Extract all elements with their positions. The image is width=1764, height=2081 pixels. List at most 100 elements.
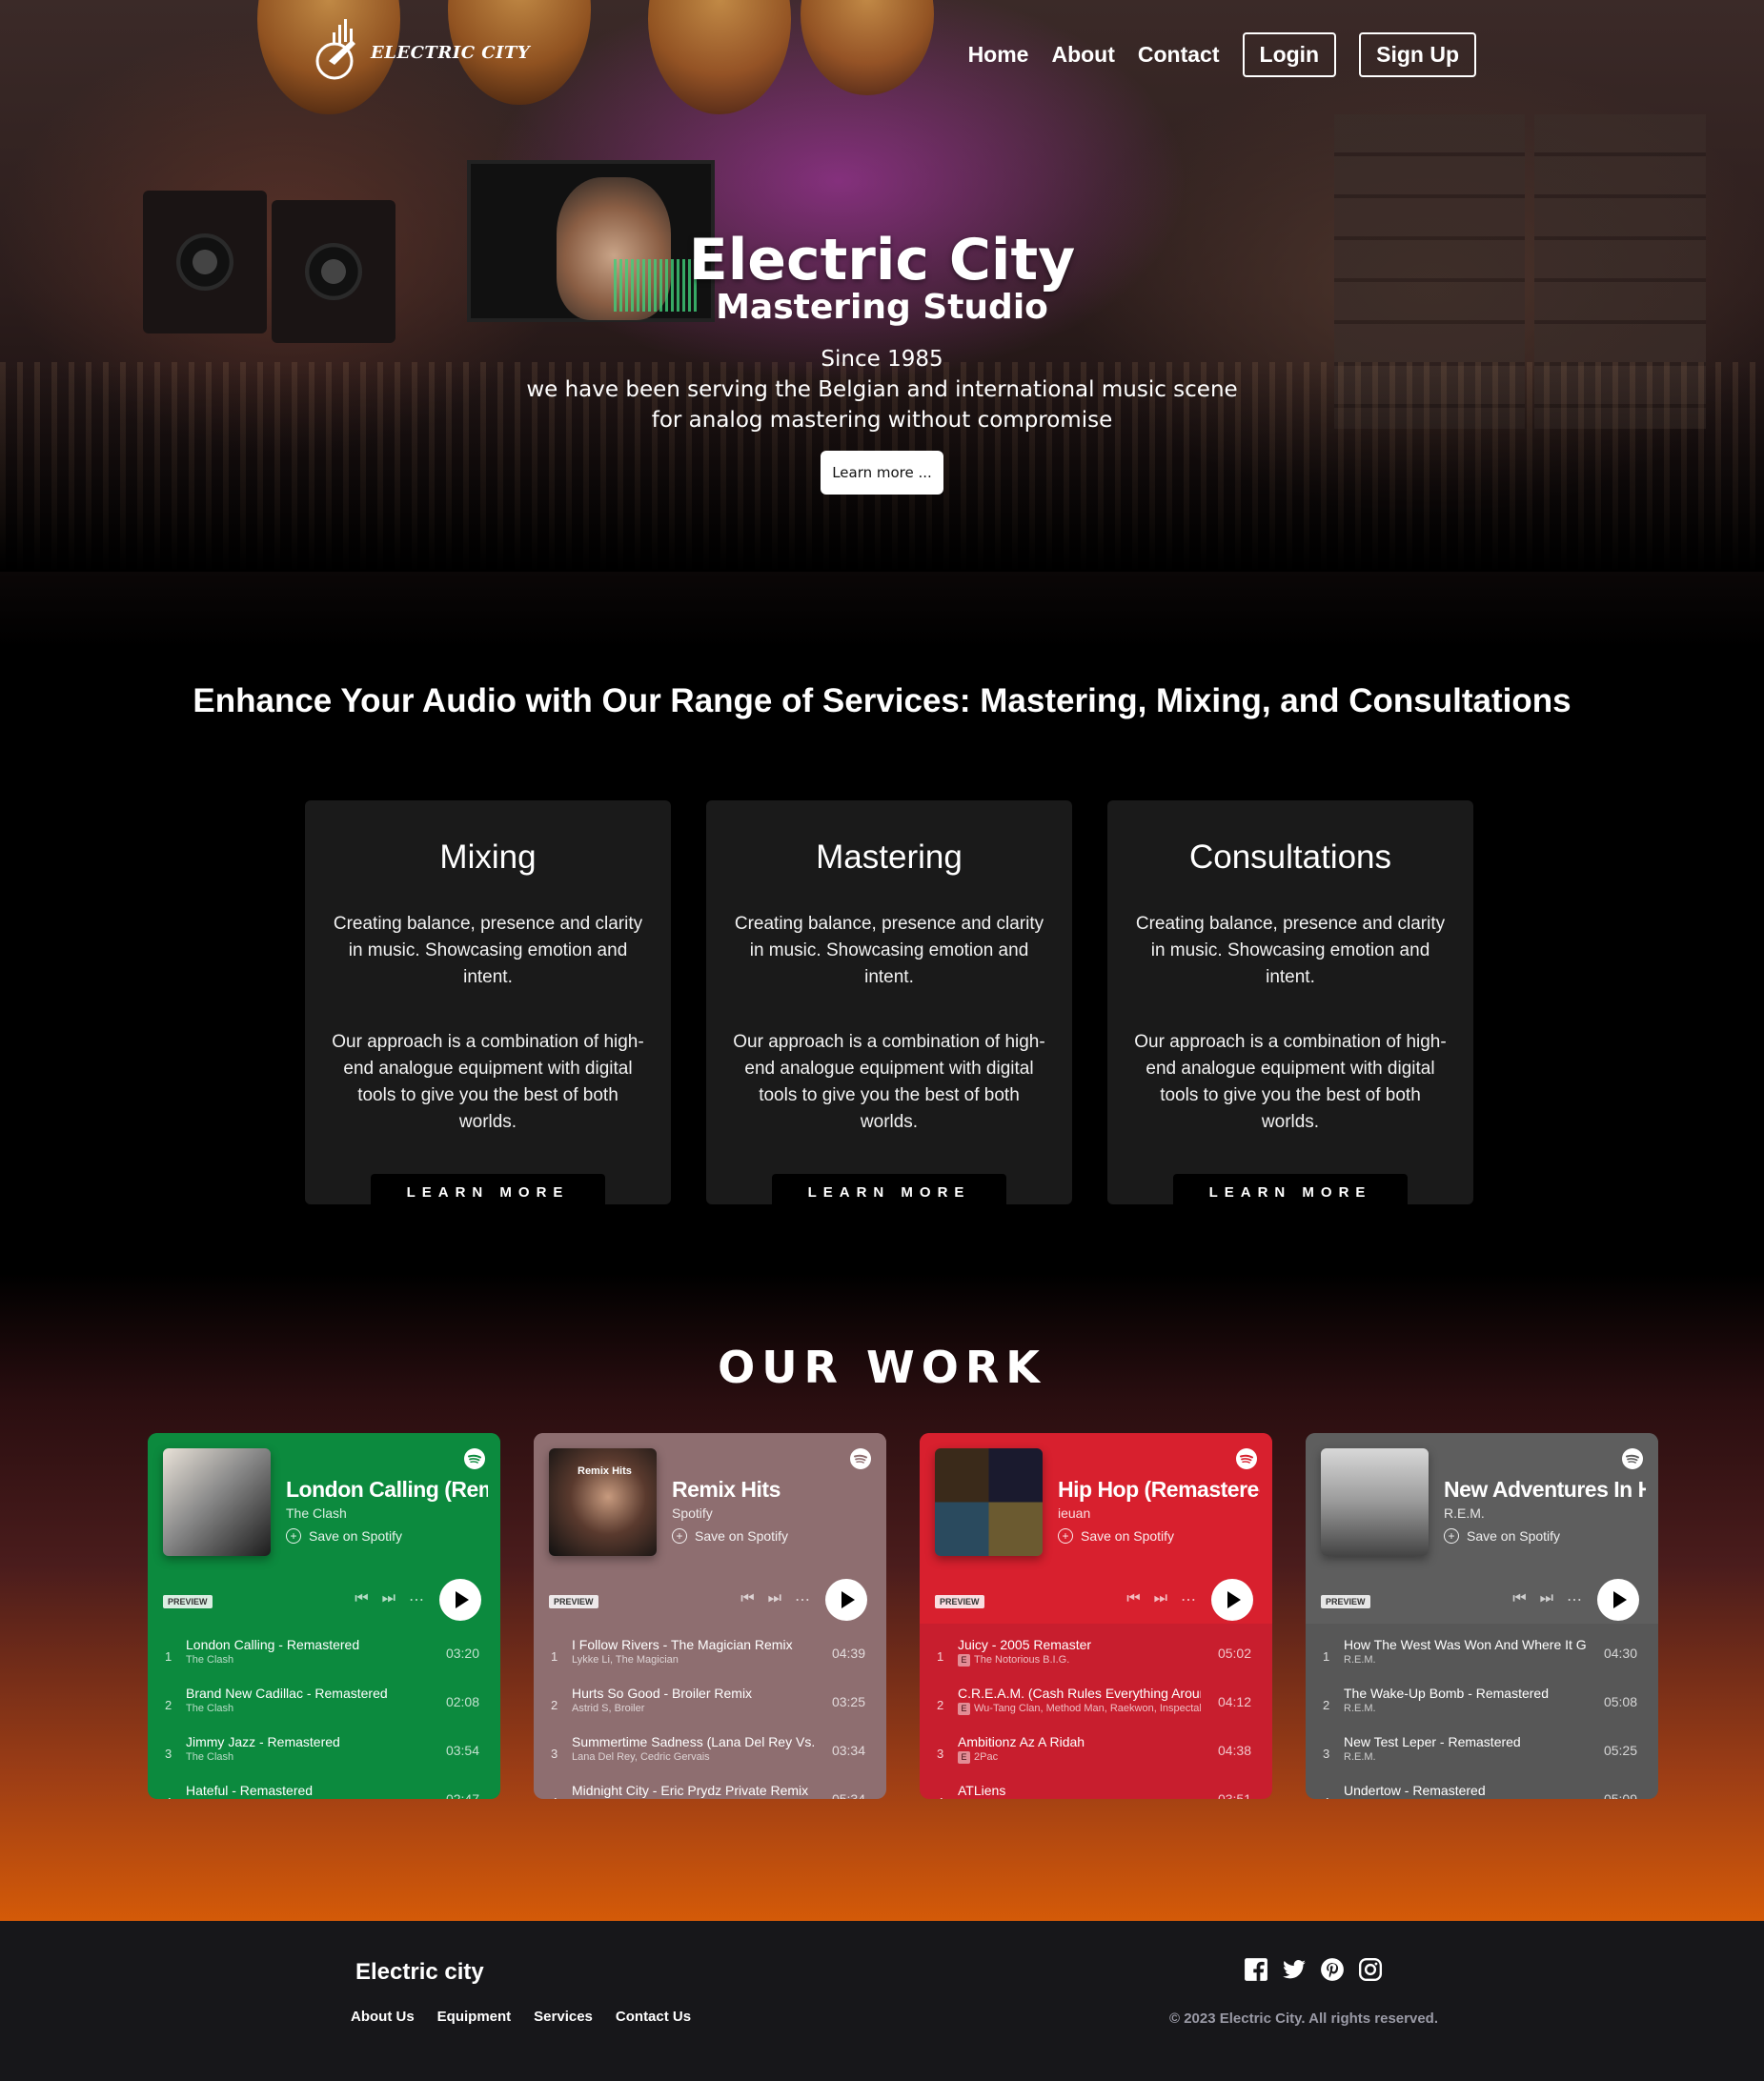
london-calling-cover[interactable] (163, 1448, 271, 1556)
nav-about-link[interactable]: About (1051, 42, 1114, 68)
track-artist: R.E.M. (1344, 1751, 1376, 1763)
save-on-spotify-button[interactable]: + Save on Spotify (286, 1528, 402, 1544)
next-track-icon[interactable]: ⏭ (1540, 1590, 1553, 1609)
track-name: Juicy - 2005 Remaster (958, 1637, 1092, 1652)
track-row[interactable]: 3 Summertime Sadness (Lana Del Rey Vs. C… (534, 1734, 886, 1783)
service-learn-more-button[interactable]: LEARN MORE (1173, 1174, 1408, 1212)
track-row[interactable]: 2 Brand New Cadillac - Remastered The Cl… (148, 1686, 500, 1734)
track-duration: 04:39 (831, 1646, 865, 1661)
plus-circle-icon: + (1058, 1528, 1073, 1544)
track-name: Hateful - Remastered (186, 1783, 314, 1798)
footer-equipment-link[interactable]: Equipment (437, 2009, 512, 2025)
track-row[interactable]: 1 I Follow Rivers - The Magician Remix L… (534, 1637, 886, 1686)
remix-hits-cover[interactable]: Remix Hits (549, 1448, 657, 1556)
spotify-icon[interactable] (850, 1448, 871, 1469)
service-learn-more-button[interactable]: LEARN MORE (772, 1174, 1006, 1212)
track-artist-line: Lykke Li, The Magician (572, 1654, 815, 1666)
track-row[interactable]: 3 New Test Leper - Remastered R.E.M. 05:… (1306, 1734, 1658, 1783)
save-on-spotify-button[interactable]: + Save on Spotify (1444, 1528, 1560, 1544)
track-number: 1 (937, 1649, 944, 1664)
services-heading: Enhance Your Audio with Our Range of Ser… (193, 682, 1571, 719)
spotify-icon[interactable] (1622, 1448, 1643, 1469)
previous-track-icon[interactable]: ⏮ (355, 1590, 368, 1609)
spotify-player[interactable]: New Adventures In Hi-Fi R.E.M. + Save on… (1306, 1433, 1658, 1799)
player-header: London Calling (Remastered) The Clash + … (148, 1433, 500, 1624)
previous-track-icon[interactable]: ⏮ (1512, 1590, 1526, 1609)
save-on-spotify-button[interactable]: + Save on Spotify (1058, 1528, 1174, 1544)
hero-learn-more-button[interactable]: Learn more ... (821, 451, 943, 495)
track-row[interactable]: 4 Undertow - Remastered R.E.M. 05:09 (1306, 1783, 1658, 1799)
spotify-player[interactable]: Hip Hop (Remastered) ieuan + Save on Spo… (920, 1433, 1272, 1799)
track-row[interactable]: 1 Juicy - 2005 Remaster E The Notorious B… (920, 1637, 1272, 1686)
next-track-icon[interactable]: ⏭ (1154, 1590, 1167, 1609)
playlist-owner[interactable]: ieuan (1058, 1505, 1090, 1521)
track-row[interactable]: 2 The Wake-Up Bomb - Remastered R.E.M. 0… (1306, 1686, 1658, 1734)
track-artist-line: R.E.M. (1344, 1654, 1587, 1666)
footer-about-link[interactable]: About Us (351, 2009, 415, 2025)
track-duration: 05:25 (1603, 1743, 1637, 1758)
service-learn-more-button[interactable]: LEARN MORE (371, 1174, 605, 1212)
track-row[interactable]: 4 Midnight City - Eric Prydz Private Rem… (534, 1783, 886, 1799)
play-button[interactable] (1211, 1579, 1253, 1621)
spotify-player[interactable]: London Calling (Remastered) The Clash + … (148, 1433, 500, 1799)
track-number: 3 (937, 1747, 944, 1761)
track-row[interactable]: 1 How The West Was Won And Where It Got … (1306, 1637, 1658, 1686)
more-options-icon[interactable]: ⋯ (409, 1590, 424, 1609)
more-options-icon[interactable]: ⋯ (1181, 1590, 1196, 1609)
track-name: London Calling - Remastered (186, 1637, 360, 1652)
spotify-icon[interactable] (1236, 1448, 1257, 1469)
play-button[interactable] (439, 1579, 481, 1621)
signup-button[interactable]: Sign Up (1359, 32, 1476, 77)
track-name: ATLiens (958, 1783, 1006, 1798)
nav-home-link[interactable]: Home (968, 42, 1029, 68)
track-duration: 02:47 (445, 1791, 479, 1799)
previous-track-icon[interactable]: ⏮ (1126, 1590, 1140, 1609)
our-work-title: OUR WORK (718, 1342, 1046, 1393)
track-row[interactable]: 4 Hateful - Remastered The Clash 02:47 (148, 1783, 500, 1799)
pinterest-icon[interactable] (1320, 1957, 1345, 1982)
track-row[interactable]: 2 C.R.E.A.M. (Cash Rules Everything Arou… (920, 1686, 1272, 1734)
login-button[interactable]: Login (1242, 32, 1337, 77)
playlist-title[interactable]: New Adventures In Hi-Fi (1444, 1477, 1646, 1503)
track-name: How The West Was Won And Where It Got Us (1344, 1637, 1587, 1652)
more-options-icon[interactable]: ⋯ (1567, 1590, 1582, 1609)
track-row[interactable]: 2 Hurts So Good - Broiler Remix Astrid S… (534, 1686, 886, 1734)
next-track-icon[interactable]: ⏭ (382, 1590, 395, 1609)
hero-section: ELECTRIC CITY Home About Contact Login S… (0, 0, 1764, 648)
track-row[interactable]: 3 Ambitionz Az A Ridah E 2Pac 04:38 (920, 1734, 1272, 1783)
track-artist: Astrid S, Broiler (572, 1703, 645, 1714)
play-button[interactable] (825, 1579, 867, 1621)
explicit-icon: E (958, 1703, 970, 1715)
new-adventures-cover[interactable] (1321, 1448, 1429, 1556)
track-row[interactable]: 4 ATLiens EOutkast 03:51 (920, 1783, 1272, 1799)
more-options-icon[interactable]: ⋯ (795, 1590, 810, 1609)
playlist-title[interactable]: London Calling (Remastered) (286, 1477, 488, 1503)
footer-services-link[interactable]: Services (534, 2009, 593, 2025)
playlist-title[interactable]: Hip Hop (Remastered) (1058, 1477, 1260, 1503)
playlist-title[interactable]: Remix Hits (672, 1477, 874, 1503)
twitter-icon[interactable] (1282, 1957, 1307, 1982)
previous-track-icon[interactable]: ⏮ (740, 1590, 754, 1609)
playlist-owner[interactable]: R.E.M. (1444, 1505, 1485, 1521)
playlist-owner[interactable]: Spotify (672, 1505, 713, 1521)
explicit-icon: E (958, 1654, 970, 1667)
save-on-spotify-button[interactable]: + Save on Spotify (672, 1528, 788, 1544)
playlist-owner[interactable]: The Clash (286, 1505, 347, 1521)
spotify-player[interactable]: Remix Hits Remix Hits Spotify + Save on … (534, 1433, 886, 1799)
footer-contact-link[interactable]: Contact Us (616, 2009, 691, 2025)
track-duration: 05:08 (1603, 1694, 1637, 1709)
logo[interactable]: ELECTRIC CITY (310, 11, 530, 84)
spotify-icon[interactable] (464, 1448, 485, 1469)
track-row[interactable]: 1 London Calling - Remastered The Clash … (148, 1637, 500, 1686)
track-list: 1 London Calling - Remastered The Clash … (148, 1624, 500, 1799)
hip-hop-cover[interactable] (935, 1448, 1043, 1556)
track-artist: Wu-Tang Clan, Method Man, Raekwon, Inspe… (974, 1703, 1201, 1714)
instagram-icon[interactable] (1358, 1957, 1383, 1982)
play-button[interactable] (1597, 1579, 1639, 1621)
track-name: Brand New Cadillac - Remastered (186, 1686, 388, 1701)
track-number: 1 (551, 1649, 558, 1664)
track-row[interactable]: 3 Jimmy Jazz - Remastered The Clash 03:5… (148, 1734, 500, 1783)
facebook-icon[interactable] (1244, 1957, 1268, 1982)
next-track-icon[interactable]: ⏭ (768, 1590, 781, 1609)
nav-contact-link[interactable]: Contact (1138, 42, 1220, 68)
